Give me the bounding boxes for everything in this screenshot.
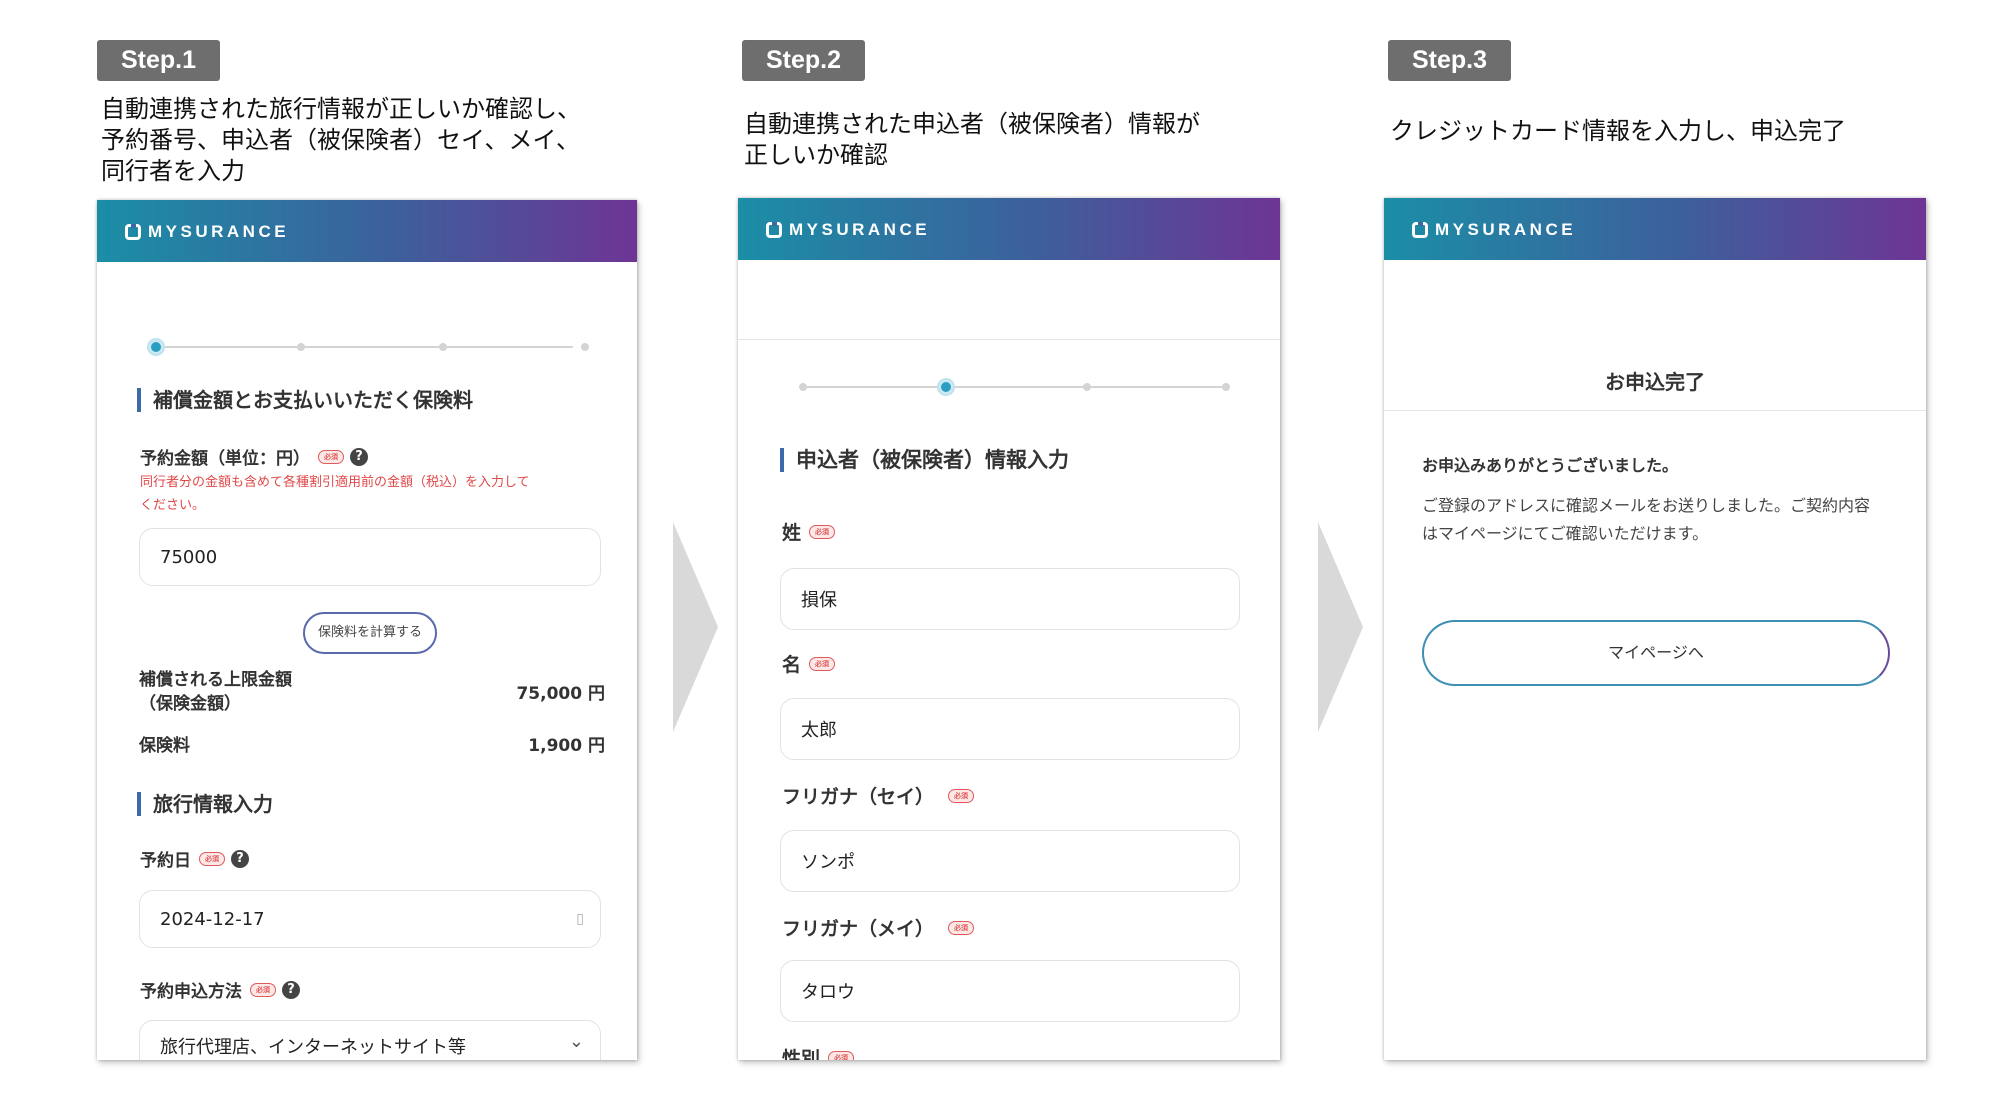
booking-amount-input[interactable]: 75000 [139, 528, 601, 586]
required-badge: 必須 [828, 1050, 855, 1060]
chevron-down-icon: ⌄ [568, 1031, 584, 1052]
coverage-section-title: 補償金額とお支払いいただく保険料 [137, 388, 473, 412]
kana-last-name-label: フリガナ（セイ） 必須 [782, 782, 975, 809]
logo-icon [766, 222, 782, 238]
calculate-premium-button[interactable]: 保険料を計算する [303, 612, 437, 654]
logo-icon [1412, 222, 1428, 238]
step3-description: クレジットカード情報を入力し、申込完了 [1390, 117, 1846, 145]
last-name-label: 姓 必須 [782, 518, 836, 545]
required-badge: 必須 [948, 788, 975, 803]
progress-indicator [149, 340, 589, 354]
booking-amount-label: 予約金額（単位：円） 必須 ? [140, 444, 368, 469]
applicant-section-title: 申込者（被保険者）情報入力 [780, 448, 1069, 472]
step2-column: Step.2 自動連携された申込者（被保険者）情報が 正しいか確認 MYSURA… [738, 0, 1298, 1108]
progress-step-3 [439, 343, 447, 351]
booking-method-label: 予約申込方法 必須 ? [140, 977, 300, 1002]
last-name-input[interactable]: 損保 [780, 568, 1240, 630]
app-header: MYSURANCE [1384, 198, 1926, 260]
mysurance-logo[interactable]: MYSURANCE [766, 219, 930, 241]
thanks-message: お申込みありがとうございました。 [1422, 456, 1679, 475]
calendar-icon[interactable]: ▯ [576, 911, 584, 927]
step1-column: Step.1 自動連携された旅行情報が正しいか確認し、 予約番号、申込者（被保険… [97, 0, 657, 1108]
progress-indicator [796, 380, 1232, 394]
step3-badge: Step.3 [1388, 40, 1512, 81]
first-name-input[interactable]: 太郎 [780, 698, 1240, 760]
booking-date-input[interactable]: 2024-12-17 ▯ [139, 890, 601, 948]
step1-description: 自動連携された旅行情報が正しいか確認し、 予約番号、申込者（被保険者）セイ、メイ… [101, 95, 581, 185]
step3-column: Step.3 クレジットカード情報を入力し、申込完了 MYSURANCE お申込… [1384, 0, 1944, 1108]
required-badge: 必須 [318, 449, 344, 464]
completion-title: お申込完了 [1605, 370, 1705, 394]
mysurance-logo[interactable]: MYSURANCE [1412, 219, 1576, 241]
step3-screen: MYSURANCE お申込完了 お申込みありがとうございました。 ご登録のアドレ… [1384, 198, 1926, 1060]
step1-badge: Step.1 [97, 40, 221, 81]
progress-step-2 [939, 380, 953, 394]
premium-label: 保険料 [139, 736, 190, 756]
booking-amount-note: 同行者分の金額も含めて各種割引適用前の金額（税込）を入力して ください。 [140, 475, 530, 513]
step-arrow-2 [1318, 522, 1363, 732]
progress-step-4 [1222, 383, 1230, 391]
required-badge: 必須 [948, 920, 975, 935]
insured-limit-value: 75,000 円 [516, 684, 605, 704]
header-divider [738, 339, 1280, 340]
gender-label: 性別 必須 [782, 1044, 855, 1060]
step2-badge: Step.2 [742, 40, 866, 81]
mypage-button[interactable]: マイページへ [1422, 620, 1890, 686]
logo-icon [125, 224, 141, 240]
kana-last-name-input[interactable]: ソンポ [780, 830, 1240, 892]
app-header: MYSURANCE [97, 200, 637, 262]
first-name-label: 名 必須 [782, 650, 836, 677]
insured-limit-label: 補償される上限金額 （保険金額） [139, 670, 292, 714]
help-icon[interactable]: ? [231, 849, 249, 868]
progress-step-3 [1083, 383, 1091, 391]
mysurance-logo[interactable]: MYSURANCE [125, 221, 289, 243]
progress-step-1 [149, 340, 163, 354]
step2-screen: MYSURANCE 申込者（被保険者）情報入力 姓 必須 損保 名 必須 太郎 … [738, 198, 1280, 1060]
travel-section-title: 旅行情報入力 [137, 792, 273, 816]
required-badge: 必須 [250, 982, 276, 997]
step-arrow-1 [673, 522, 718, 732]
progress-step-4 [581, 343, 589, 351]
help-icon[interactable]: ? [282, 980, 300, 999]
required-badge: 必須 [809, 656, 836, 671]
booking-date-label: 予約日 必須 ? [140, 846, 249, 871]
kana-first-name-label: フリガナ（メイ） 必須 [782, 914, 975, 941]
required-badge: 必須 [199, 851, 225, 866]
progress-step-2 [297, 343, 305, 351]
booking-method-select[interactable]: 旅行代理店、インターネットサイト等 ⌄ [139, 1020, 601, 1060]
kana-first-name-input[interactable]: タロウ [780, 960, 1240, 1022]
required-badge: 必須 [809, 524, 836, 539]
help-icon[interactable]: ? [350, 447, 368, 466]
app-header: MYSURANCE [738, 198, 1280, 260]
confirmation-message: ご登録のアドレスに確認メールをお送りしました。ご契約内容 はマイページにてご確認… [1422, 496, 1871, 543]
premium-value: 1,900 円 [528, 736, 605, 756]
progress-step-1 [799, 383, 807, 391]
title-divider [1384, 410, 1926, 411]
step1-screen: MYSURANCE 補償金額とお支払いいただく保険料 予約金額（単位：円） 必須… [97, 200, 637, 1060]
step2-description: 自動連携された申込者（被保険者）情報が 正しいか確認 [744, 110, 1200, 169]
